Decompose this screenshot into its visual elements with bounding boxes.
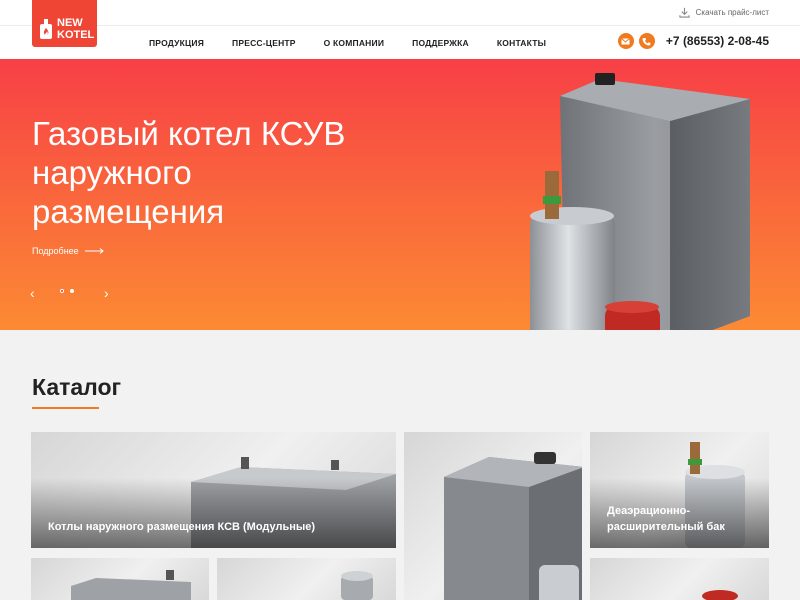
catalog-card-boiler[interactable] bbox=[404, 432, 582, 600]
card-image bbox=[341, 571, 373, 600]
nav-item-support[interactable]: ПОДДЕРЖКА bbox=[412, 38, 469, 48]
slider-prev-icon[interactable]: ‹ bbox=[30, 285, 35, 301]
card-image bbox=[71, 570, 191, 600]
hero-more-label: Подробнее bbox=[32, 246, 79, 256]
main-nav: ПРОДУКЦИЯ ПРЕСС-ЦЕНТР О КОМПАНИИ ПОДДЕРЖ… bbox=[149, 38, 546, 48]
nav-item-about[interactable]: О КОМПАНИИ bbox=[324, 38, 384, 48]
hero-boiler-image bbox=[530, 73, 750, 330]
boiler-logo-icon bbox=[40, 19, 52, 39]
card-label: Деаэрационно-расширительный бак bbox=[607, 505, 725, 533]
hero-title: Газовый котел КСУВ наружного размещения bbox=[32, 115, 346, 230]
download-icon bbox=[678, 7, 690, 18]
arrow-right-icon bbox=[84, 248, 104, 254]
slider-dot-1[interactable] bbox=[60, 289, 64, 293]
slider-dots bbox=[60, 289, 74, 293]
catalog-card-6[interactable] bbox=[590, 558, 769, 600]
catalog-card-expansion-tank[interactable]: Деаэрационно-расширительный бак bbox=[590, 432, 769, 548]
email-icon[interactable] bbox=[617, 33, 634, 49]
catalog-card-4[interactable] bbox=[31, 558, 209, 600]
slider-next-icon[interactable]: › bbox=[104, 285, 109, 301]
header-contacts: +7 (86553) 2-08-45 bbox=[617, 33, 769, 49]
catalog-title: Каталог bbox=[32, 374, 122, 400]
card-image bbox=[702, 590, 738, 600]
catalog-title-underline bbox=[32, 407, 99, 409]
hero-slider: Газовый котел КСУВ наружного размещения … bbox=[0, 59, 800, 330]
price-list-label: Скачать прайс-лист bbox=[695, 8, 769, 17]
phone-number[interactable]: +7 (86553) 2-08-45 bbox=[666, 34, 769, 48]
site-logo[interactable]: NEW KOTEL bbox=[32, 0, 97, 47]
card-shade bbox=[31, 478, 396, 548]
card-boiler-cabinet-image bbox=[444, 452, 582, 600]
catalog-card-outdoor-boilers[interactable]: Котлы наружного размещения КСВ (Модульны… bbox=[31, 432, 396, 548]
download-price-list-link[interactable]: Скачать прайс-лист bbox=[678, 7, 769, 18]
nav-item-products[interactable]: ПРОДУКЦИЯ bbox=[149, 38, 204, 48]
phone-icon[interactable] bbox=[638, 33, 655, 49]
top-bar: Скачать прайс-лист bbox=[0, 0, 800, 26]
logo-text-line2: KOTEL bbox=[57, 29, 95, 41]
nav-item-press-center[interactable]: ПРЕСС-ЦЕНТР bbox=[232, 38, 296, 48]
slider-dot-2[interactable] bbox=[70, 289, 74, 293]
nav-item-contacts[interactable]: КОНТАКТЫ bbox=[497, 38, 546, 48]
logo-text-line1: NEW bbox=[57, 17, 83, 29]
card-label: Котлы наружного размещения КСВ (Модульны… bbox=[48, 521, 316, 533]
hero-more-link[interactable]: Подробнее bbox=[32, 246, 105, 256]
catalog-card-5[interactable] bbox=[217, 558, 396, 600]
